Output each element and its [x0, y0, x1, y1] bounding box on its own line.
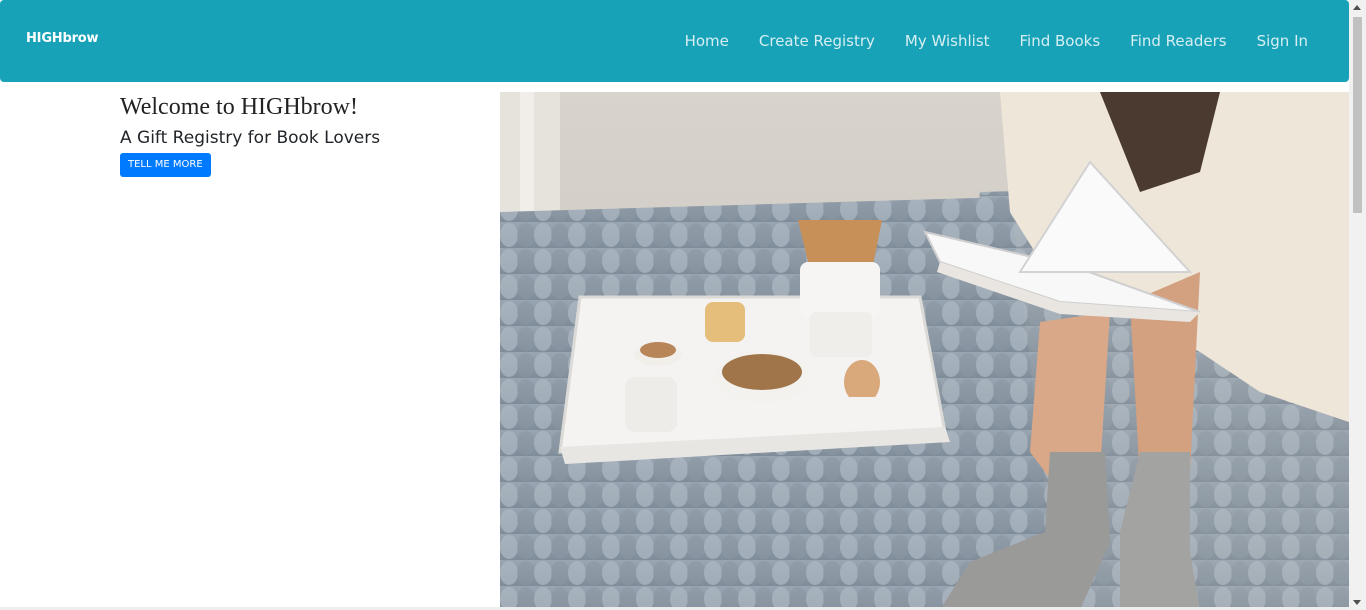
brand-logo[interactable]: HIGHbrow — [26, 31, 99, 46]
nav-link-find-books[interactable]: Find Books — [1005, 32, 1116, 50]
nav-link-home[interactable]: Home — [670, 32, 744, 50]
nav-link-find-readers[interactable]: Find Readers — [1115, 32, 1241, 50]
scroll-up-arrow-icon[interactable] — [1353, 5, 1361, 10]
reading-in-bed-photo — [500, 92, 1349, 610]
page-title: Welcome to HIGHbrow! — [120, 94, 358, 120]
scroll-thumb[interactable] — [1353, 17, 1362, 213]
nav-link-my-wishlist[interactable]: My Wishlist — [890, 32, 1005, 50]
page-subtitle: A Gift Registry for Book Lovers — [120, 128, 381, 148]
scroll-down-arrow-icon[interactable] — [1353, 600, 1361, 605]
nav-links: Home Create Registry My Wishlist Find Bo… — [670, 32, 1308, 50]
tell-me-more-button[interactable]: TELL ME MORE — [120, 153, 211, 177]
nav-link-create-registry[interactable]: Create Registry — [744, 32, 890, 50]
top-navbar: HIGHbrow Home Create Registry My Wishlis… — [0, 0, 1349, 82]
nav-link-sign-in[interactable]: Sign In — [1242, 32, 1308, 50]
hero-image — [500, 92, 1349, 610]
hero-text: Welcome to HIGHbrow! A Gift Registry for… — [120, 93, 490, 177]
vertical-scrollbar[interactable] — [1349, 0, 1366, 610]
